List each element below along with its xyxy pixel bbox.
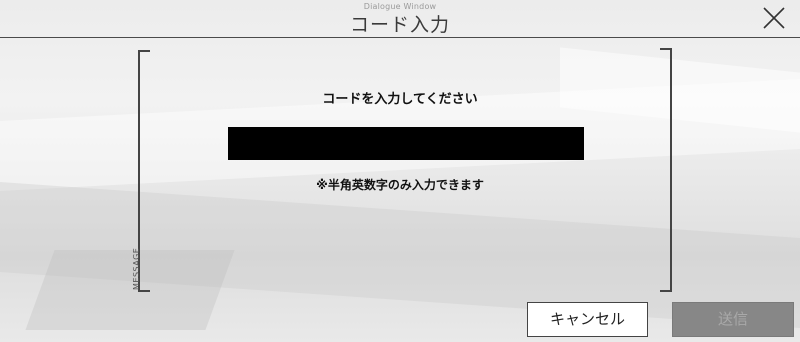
cancel-button[interactable]: キャンセル — [527, 302, 648, 337]
dialogue-screen: Dialogue Window コード入力 MESSAGE コードを入力してくだ… — [0, 0, 800, 342]
background-shape — [25, 250, 235, 330]
send-button[interactable]: 送信 — [672, 302, 794, 337]
code-prompt: コードを入力してください — [322, 92, 478, 107]
input-note: ※半角英数字のみ入力できます — [316, 178, 484, 192]
message-side-label: MESSAGE — [132, 247, 141, 290]
dialog-title: コード入力 — [349, 14, 450, 36]
close-button[interactable] — [761, 5, 787, 31]
code-input[interactable] — [228, 127, 584, 160]
close-icon — [763, 7, 785, 29]
header-divider — [0, 37, 800, 38]
message-frame-right — [660, 48, 672, 292]
